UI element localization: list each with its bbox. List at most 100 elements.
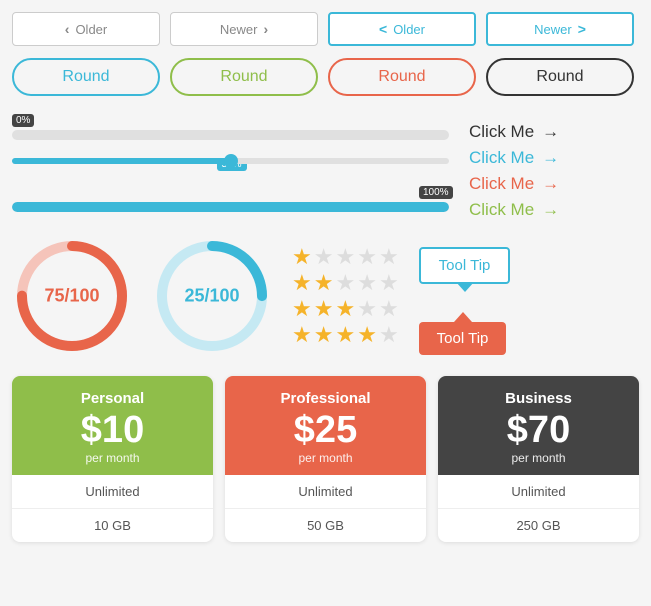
pricing-plan-business: Business: [448, 390, 629, 407]
star-empty: ★: [379, 298, 399, 320]
stars-row-2: ★ ★ ★ ★ ★: [292, 272, 399, 294]
slider-thumb-50[interactable]: [224, 154, 238, 168]
chevron-left-icon-2: <: [379, 21, 387, 37]
circle-75-label: 75/100: [44, 286, 99, 307]
pricing-card-business: Business $70 per month Unlimited 250 GB: [438, 376, 639, 542]
star-empty: ★: [379, 246, 399, 268]
click-me-salmon-arrow: →: [542, 174, 559, 194]
round-btn-salmon[interactable]: Round: [328, 58, 476, 96]
progress-label-0: 0%: [12, 114, 34, 127]
progress-track-100: [12, 202, 449, 212]
tooltip-filled[interactable]: Tool Tip: [419, 322, 507, 355]
star-empty: ★: [357, 272, 377, 294]
star-empty: ★: [357, 246, 377, 268]
progress-section: 0% 50% 100%: [12, 110, 639, 222]
click-me-cyan[interactable]: Click Me →: [469, 148, 639, 168]
older-btn-2[interactable]: < Older: [328, 12, 476, 46]
star-empty: ★: [379, 272, 399, 294]
click-me-cyan-label: Click Me: [469, 148, 534, 168]
pricing-feature-business-1: 250 GB: [438, 509, 639, 542]
progress-track-0: [12, 130, 449, 140]
pricing-row: Personal $10 per month Unlimited 10 GB P…: [12, 376, 639, 542]
widgets-row: 75/100 25/100 ★ ★ ★ ★ ★ ★ ★ ★ ★: [12, 236, 639, 356]
chevron-right-icon-2: >: [578, 21, 586, 37]
star-filled: ★: [314, 272, 334, 294]
star-filled: ★: [314, 298, 334, 320]
progress-bar-0: 0%: [12, 110, 449, 140]
progress-label-100: 100%: [419, 186, 453, 199]
pricing-feature-professional-0: Unlimited: [225, 475, 426, 509]
tooltip-2-wrapper: Tool Tip: [419, 322, 507, 355]
progress-bars: 0% 50% 100%: [12, 110, 449, 222]
stars-row-3: ★ ★ ★ ★ ★: [292, 298, 399, 320]
tooltips-section: Tool Tip Tool Tip: [419, 237, 511, 355]
round-buttons-row: Round Round Round Round: [12, 58, 639, 96]
tooltip-outline-label: Tool Tip: [439, 257, 491, 274]
click-me-salmon[interactable]: Click Me →: [469, 174, 639, 194]
newer-label-2: Newer: [534, 22, 572, 37]
star-filled: ★: [292, 324, 312, 346]
slider-fill-50: [12, 158, 231, 164]
star-filled: ★: [292, 272, 312, 294]
pricing-price-business: $70: [448, 411, 629, 449]
star-filled: ★: [314, 324, 334, 346]
pricing-period-personal: per month: [22, 451, 203, 465]
click-me-olive-arrow: →: [542, 200, 559, 220]
star-filled: ★: [292, 298, 312, 320]
chevron-left-icon: ‹: [65, 21, 70, 37]
star-empty: ★: [335, 246, 355, 268]
star-empty: ★: [379, 324, 399, 346]
star-empty: ★: [314, 246, 334, 268]
pricing-feature-personal-1: 10 GB: [12, 509, 213, 542]
older-btn-1[interactable]: ‹ Older: [12, 12, 160, 46]
newer-btn-1[interactable]: Newer ›: [170, 12, 318, 46]
star-filled: ★: [335, 298, 355, 320]
click-me-olive-label: Click Me: [469, 200, 534, 220]
round-btn-cyan[interactable]: Round: [12, 58, 160, 96]
click-me-salmon-label: Click Me: [469, 174, 534, 194]
pricing-price-personal: $10: [22, 411, 203, 449]
circle-25-label: 25/100: [184, 286, 239, 307]
round-btn-dark[interactable]: Round: [486, 58, 634, 96]
newer-label-1: Newer: [220, 22, 258, 37]
circle-25: 25/100: [152, 236, 272, 356]
click-me-section: Click Me → Click Me → Click Me → Click M…: [469, 110, 639, 222]
pricing-plan-professional: Professional: [235, 390, 416, 407]
newer-btn-2[interactable]: Newer >: [486, 12, 634, 46]
pricing-header-professional: Professional $25 per month: [225, 376, 426, 475]
round-btn-olive[interactable]: Round: [170, 58, 318, 96]
older-label-1: Older: [75, 22, 107, 37]
pricing-card-personal: Personal $10 per month Unlimited 10 GB: [12, 376, 213, 542]
star-filled: ★: [357, 324, 377, 346]
pricing-feature-personal-0: Unlimited: [12, 475, 213, 509]
older-label-2: Older: [393, 22, 425, 37]
click-me-cyan-arrow: →: [542, 148, 559, 168]
star-empty: ★: [357, 298, 377, 320]
click-me-dark[interactable]: Click Me →: [469, 122, 639, 142]
slider-track-50: [12, 158, 449, 164]
tooltip-arrow-down-icon: [456, 282, 474, 292]
pricing-price-professional: $25: [235, 411, 416, 449]
slider-50[interactable]: 50%: [12, 158, 449, 164]
pricing-header-personal: Personal $10 per month: [12, 376, 213, 475]
star-empty: ★: [335, 272, 355, 294]
stars-row-1: ★ ★ ★ ★ ★: [292, 246, 399, 268]
pricing-feature-business-0: Unlimited: [438, 475, 639, 509]
progress-fill-100: [12, 202, 449, 212]
stars-row-4: ★ ★ ★ ★ ★: [292, 324, 399, 346]
click-me-olive[interactable]: Click Me →: [469, 200, 639, 220]
pricing-period-business: per month: [448, 451, 629, 465]
pricing-header-business: Business $70 per month: [438, 376, 639, 475]
tooltip-1-wrapper: Tool Tip: [419, 247, 511, 284]
star-filled: ★: [292, 246, 312, 268]
tooltip-outline[interactable]: Tool Tip: [419, 247, 511, 284]
star-filled: ★: [335, 324, 355, 346]
click-me-dark-label: Click Me: [469, 122, 534, 142]
tooltip-filled-label: Tool Tip: [437, 330, 489, 347]
stars-section: ★ ★ ★ ★ ★ ★ ★ ★ ★ ★ ★ ★ ★ ★ ★ ★: [292, 246, 399, 346]
tooltip-arrow-up-icon: [454, 312, 472, 322]
circle-75: 75/100: [12, 236, 132, 356]
main-container: ‹ Older Newer › < Older Newer > Round Ro…: [0, 0, 651, 554]
pricing-period-professional: per month: [235, 451, 416, 465]
pagination-row: ‹ Older Newer › < Older Newer >: [12, 12, 639, 46]
